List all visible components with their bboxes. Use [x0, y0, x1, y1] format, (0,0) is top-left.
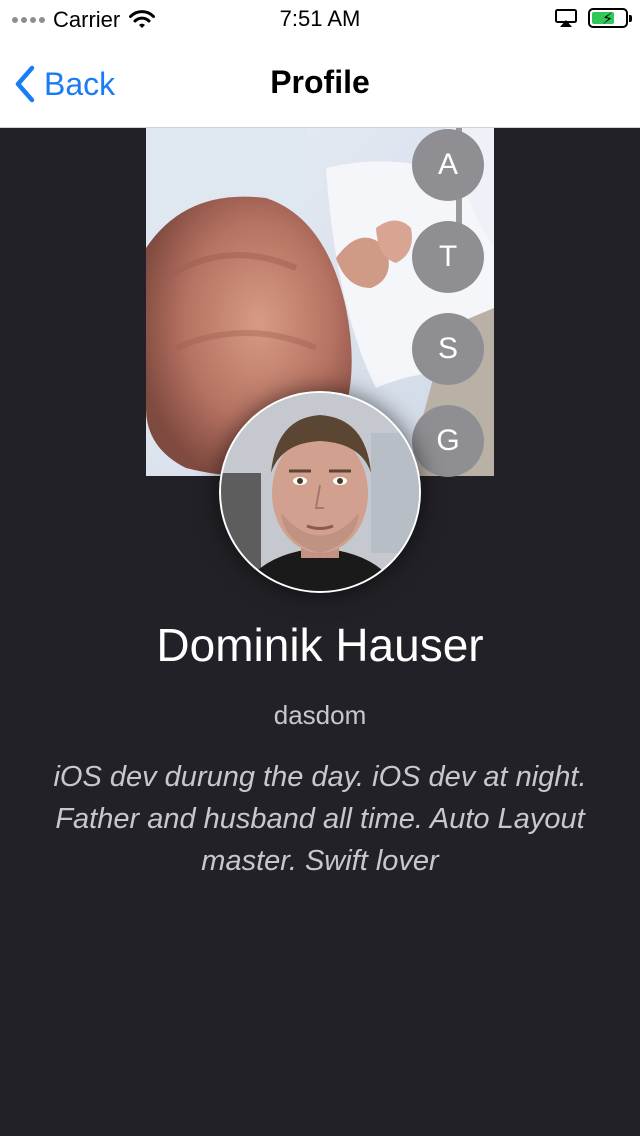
battery-charging-icon: ⚡: [588, 8, 632, 28]
profile-handle: dasdom: [273, 700, 367, 730]
avatar[interactable]: [219, 391, 421, 593]
status-time: 7:51 AM: [279, 6, 361, 31]
tag-button-t[interactable]: T: [412, 221, 484, 293]
status-right: ⚡: [554, 8, 632, 28]
status-bar: Carrier 7:51 AM ⚡: [0, 0, 640, 40]
page-title: Profile: [270, 64, 370, 100]
tag-button-g[interactable]: G: [412, 405, 484, 477]
tag-button-s[interactable]: S: [412, 313, 484, 385]
profile-name: Dominik Hauser: [156, 619, 484, 671]
airplay-icon: [555, 9, 577, 27]
profile-bio: iOS dev durung the day. iOS dev at night…: [53, 761, 587, 877]
navigation-bar: Back Profile: [0, 40, 640, 128]
tag-button-a[interactable]: A: [412, 129, 484, 201]
